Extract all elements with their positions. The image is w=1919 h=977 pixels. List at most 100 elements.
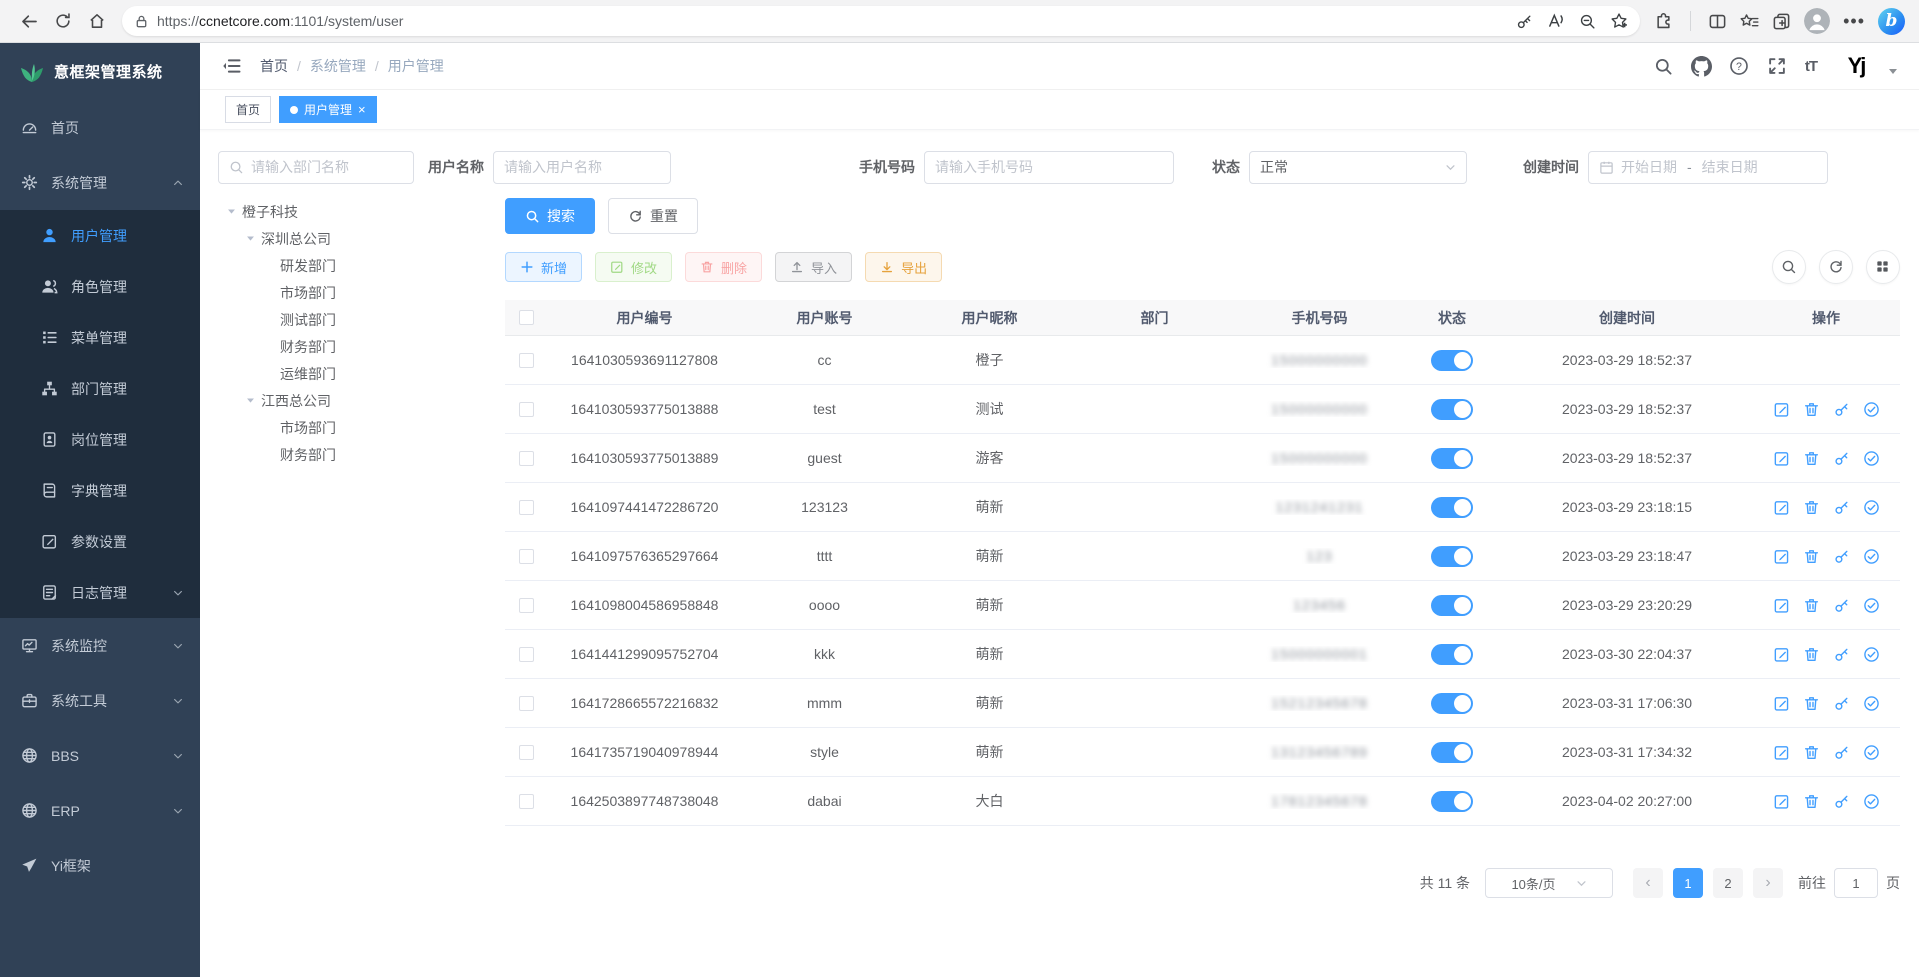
- sidebar-item-role[interactable]: 角色管理: [0, 261, 200, 312]
- status-toggle[interactable]: [1431, 448, 1473, 469]
- import-button[interactable]: 导入: [775, 252, 852, 282]
- trash-icon[interactable]: [1803, 793, 1820, 810]
- status-toggle[interactable]: [1431, 742, 1473, 763]
- check-circle-icon[interactable]: [1863, 499, 1880, 516]
- caret-down-icon[interactable]: [245, 233, 256, 244]
- sidebar-item-system[interactable]: 系统管理: [0, 155, 200, 210]
- font-size-icon[interactable]: tT: [1805, 58, 1817, 75]
- edit-icon[interactable]: [1773, 793, 1790, 810]
- sidebar-item-post[interactable]: 岗位管理: [0, 414, 200, 465]
- read-aloud-icon[interactable]: [1547, 12, 1565, 30]
- modify-button[interactable]: 修改: [595, 252, 672, 282]
- row-checkbox[interactable]: [519, 500, 534, 515]
- edit-icon[interactable]: [1773, 401, 1790, 418]
- trash-icon[interactable]: [1803, 401, 1820, 418]
- password-key-icon[interactable]: [1516, 13, 1533, 30]
- key-icon[interactable]: [1833, 793, 1850, 810]
- tree-node[interactable]: 研发部门: [218, 252, 490, 279]
- row-checkbox[interactable]: [519, 549, 534, 564]
- edit-icon[interactable]: [1773, 548, 1790, 565]
- trash-icon[interactable]: [1803, 499, 1820, 516]
- key-icon[interactable]: [1833, 450, 1850, 467]
- tree-node[interactable]: 测试部门: [218, 306, 490, 333]
- date-range-picker[interactable]: 开始日期 - 结束日期: [1588, 151, 1828, 184]
- column-settings-button[interactable]: [1866, 250, 1900, 284]
- row-checkbox[interactable]: [519, 451, 534, 466]
- sidebar-item-dict[interactable]: 字典管理: [0, 465, 200, 516]
- row-checkbox[interactable]: [519, 402, 534, 417]
- tree-node[interactable]: 橙子科技: [218, 198, 490, 225]
- split-screen-icon[interactable]: [1708, 12, 1727, 31]
- phone-input[interactable]: 请输入手机号码: [924, 151, 1174, 184]
- favorites-icon[interactable]: [1740, 12, 1759, 31]
- address-bar[interactable]: https://ccnetcore.com:1101/system/user: [122, 6, 1640, 36]
- select-all-checkbox[interactable]: [519, 310, 534, 325]
- header-search-icon[interactable]: [1653, 56, 1674, 77]
- sidebar-item-log[interactable]: 日志管理: [0, 567, 200, 618]
- status-toggle[interactable]: [1431, 497, 1473, 518]
- status-toggle[interactable]: [1431, 644, 1473, 665]
- prev-page-button[interactable]: ‹: [1633, 868, 1663, 898]
- tree-node[interactable]: 财务部门: [218, 441, 490, 468]
- refresh-button[interactable]: [48, 6, 78, 36]
- add-button[interactable]: 新增: [505, 252, 582, 282]
- sidebar-item-user[interactable]: 用户管理: [0, 210, 200, 261]
- sidebar-item-erp[interactable]: ERP: [0, 783, 200, 838]
- fullscreen-icon[interactable]: [1767, 56, 1788, 77]
- key-icon[interactable]: [1833, 646, 1850, 663]
- avatar-dropdown-caret-icon[interactable]: [1889, 69, 1897, 74]
- trash-icon[interactable]: [1803, 597, 1820, 614]
- key-icon[interactable]: [1833, 597, 1850, 614]
- check-circle-icon[interactable]: [1863, 646, 1880, 663]
- status-toggle[interactable]: [1431, 546, 1473, 567]
- trash-icon[interactable]: [1803, 450, 1820, 467]
- status-toggle[interactable]: [1431, 791, 1473, 812]
- next-page-button[interactable]: ›: [1753, 868, 1783, 898]
- username-input[interactable]: 请输入用户名称: [493, 151, 671, 184]
- row-checkbox[interactable]: [519, 794, 534, 809]
- check-circle-icon[interactable]: [1863, 401, 1880, 418]
- tree-node[interactable]: 市场部门: [218, 279, 490, 306]
- check-circle-icon[interactable]: [1863, 548, 1880, 565]
- sidebar-item-tools[interactable]: 系统工具: [0, 673, 200, 728]
- reset-button[interactable]: 重置: [608, 198, 698, 234]
- check-circle-icon[interactable]: [1863, 744, 1880, 761]
- tree-node[interactable]: 江西总公司: [218, 387, 490, 414]
- check-circle-icon[interactable]: [1863, 450, 1880, 467]
- copilot-icon[interactable]: b: [1878, 8, 1905, 35]
- trash-icon[interactable]: [1803, 695, 1820, 712]
- edit-icon[interactable]: [1773, 646, 1790, 663]
- row-checkbox[interactable]: [519, 353, 534, 368]
- breadcrumb-item[interactable]: 首页: [260, 56, 288, 76]
- zoom-out-icon[interactable]: [1579, 13, 1596, 30]
- key-icon[interactable]: [1833, 695, 1850, 712]
- table-refresh-button[interactable]: [1819, 250, 1853, 284]
- help-icon[interactable]: ?: [1729, 56, 1750, 77]
- more-menu-icon[interactable]: •••: [1843, 11, 1865, 32]
- caret-down-icon[interactable]: [226, 206, 237, 217]
- github-icon[interactable]: [1691, 56, 1712, 77]
- status-toggle[interactable]: [1431, 399, 1473, 420]
- tab-home[interactable]: 首页: [225, 96, 271, 123]
- edit-icon[interactable]: [1773, 499, 1790, 516]
- goto-page-input[interactable]: [1834, 868, 1878, 898]
- status-toggle[interactable]: [1431, 693, 1473, 714]
- page-size-select[interactable]: 10条/页: [1485, 868, 1613, 898]
- tree-node[interactable]: 运维部门: [218, 360, 490, 387]
- status-toggle[interactable]: [1431, 595, 1473, 616]
- breadcrumb-item[interactable]: 用户管理: [388, 56, 444, 76]
- sidebar-item-monitor[interactable]: 系统监控: [0, 618, 200, 673]
- sidebar-fold-icon[interactable]: [222, 56, 242, 76]
- edit-icon[interactable]: [1773, 597, 1790, 614]
- page-button-1[interactable]: 1: [1673, 868, 1703, 898]
- edit-icon[interactable]: [1773, 695, 1790, 712]
- sidebar-item-param[interactable]: 参数设置: [0, 516, 200, 567]
- row-checkbox[interactable]: [519, 696, 534, 711]
- search-button[interactable]: 搜索: [505, 198, 595, 234]
- trash-icon[interactable]: [1803, 744, 1820, 761]
- edit-icon[interactable]: [1773, 450, 1790, 467]
- key-icon[interactable]: [1833, 499, 1850, 516]
- close-icon[interactable]: ×: [358, 103, 366, 116]
- status-select[interactable]: 正常: [1249, 151, 1467, 184]
- tree-node[interactable]: 财务部门: [218, 333, 490, 360]
